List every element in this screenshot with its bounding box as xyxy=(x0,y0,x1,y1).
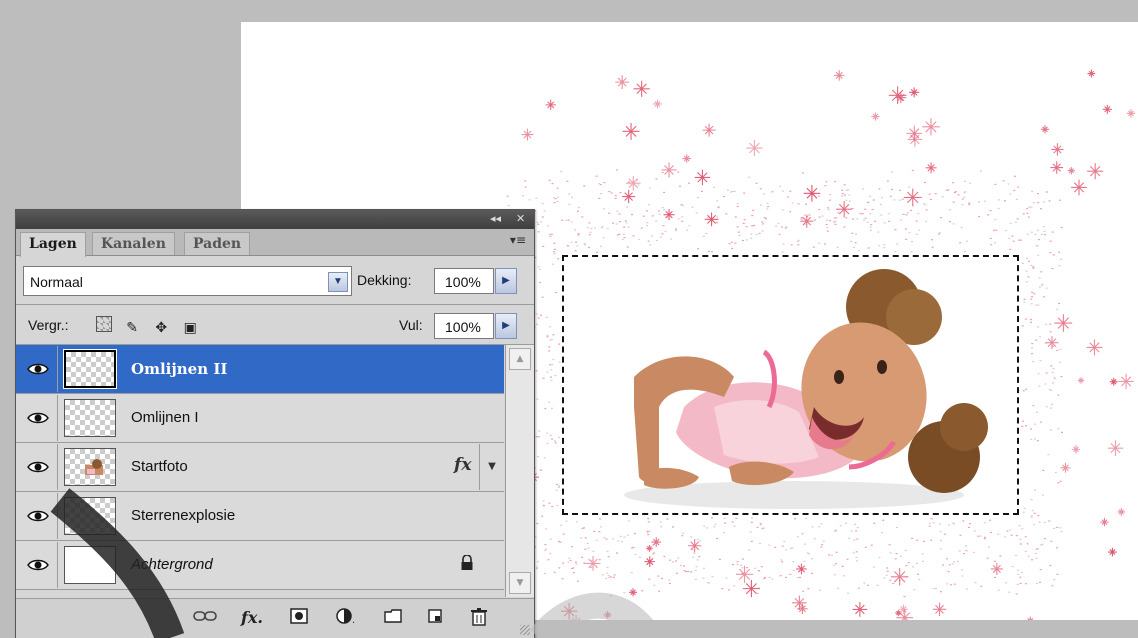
layer-effects-icon[interactable]: fx xyxy=(454,455,471,475)
visibility-eye-icon[interactable] xyxy=(19,346,58,392)
layer-row-sterrenexplosie[interactable]: Sterrenexplosie xyxy=(16,492,504,541)
opacity-slider-button[interactable]: ▶ xyxy=(495,268,517,294)
lock-options: ✎ ✥ ▣ xyxy=(96,314,205,337)
visibility-eye-icon[interactable] xyxy=(19,493,58,539)
layer-thumbnail xyxy=(64,399,116,437)
fill-label: Vul: xyxy=(399,317,423,333)
lock-label: Vergr.: xyxy=(28,317,69,333)
layers-panel: ◂◂ ✕ Lagen Kanalen Paden ▾≡ Normaal ▼ De… xyxy=(15,209,535,638)
fx-icon[interactable]: fx. xyxy=(238,608,266,628)
layer-row-startfoto[interactable]: Startfoto fx ▼ xyxy=(16,443,504,492)
lock-icon xyxy=(460,554,474,575)
resize-grip-icon[interactable] xyxy=(520,625,530,635)
fill-input[interactable]: 100% xyxy=(434,313,494,339)
blend-mode-value: Normaal xyxy=(30,274,83,290)
scroll-up-button[interactable]: ▲ xyxy=(509,348,531,370)
layer-thumbnail xyxy=(63,349,117,389)
new-layer-icon[interactable] xyxy=(424,608,446,628)
visibility-eye-icon[interactable] xyxy=(19,542,58,588)
lock-position-icon[interactable]: ✥ xyxy=(152,319,170,337)
opacity-label: Dekking: xyxy=(357,272,412,288)
tab-paden[interactable]: Paden xyxy=(184,232,251,255)
photo-thumbnail-icon xyxy=(85,459,103,475)
layer-list: Omlijnen II Omlijnen I Startfoto fx ▼ St… xyxy=(16,345,504,597)
layer-name[interactable]: Omlijnen I xyxy=(131,409,199,426)
opacity-input[interactable]: 100% xyxy=(434,268,494,294)
trash-icon[interactable] xyxy=(468,608,490,628)
layer-thumbnail xyxy=(64,448,116,486)
lock-pixels-icon[interactable]: ✎ xyxy=(123,319,141,337)
chevron-down-icon[interactable]: ▼ xyxy=(328,272,348,292)
layer-name[interactable]: Omlijnen II xyxy=(131,360,227,378)
layer-row-achtergrond[interactable]: Achtergrond xyxy=(16,541,504,590)
adjustment-icon[interactable]: . xyxy=(334,608,360,628)
lock-transparency-icon[interactable] xyxy=(96,316,112,332)
fill-slider-button[interactable]: ▶ xyxy=(495,313,517,339)
visibility-eye-icon[interactable] xyxy=(19,395,58,441)
folder-icon[interactable] xyxy=(382,608,404,628)
layer-row-omlijnen-i[interactable]: Omlijnen I xyxy=(16,394,504,443)
layer-list-scrollbar[interactable]: ▲ ▼ xyxy=(505,345,534,597)
expand-effects-button[interactable]: ▼ xyxy=(479,444,504,490)
panel-footer: fx. . xyxy=(16,598,534,638)
tab-kanalen[interactable]: Kanalen xyxy=(92,232,175,255)
collapse-panel-button[interactable]: ◂◂ xyxy=(490,212,501,225)
visibility-eye-icon[interactable] xyxy=(19,444,58,490)
mask-icon[interactable] xyxy=(288,608,310,628)
layer-thumbnail xyxy=(64,546,116,584)
layer-thumbnail xyxy=(64,497,116,535)
layer-row-omlijnen-ii[interactable]: Omlijnen II xyxy=(16,345,504,394)
layer-name[interactable]: Sterrenexplosie xyxy=(131,507,235,524)
layer-name[interactable]: Startfoto xyxy=(131,458,188,475)
panel-tabs: Lagen Kanalen Paden ▾≡ xyxy=(16,229,534,257)
lock-all-icon[interactable]: ▣ xyxy=(181,319,199,337)
blend-mode-select[interactable]: Normaal ▼ xyxy=(23,266,352,296)
tab-lagen[interactable]: Lagen xyxy=(20,232,86,257)
divider xyxy=(16,304,534,305)
scroll-down-button[interactable]: ▼ xyxy=(509,572,531,594)
layer-name[interactable]: Achtergrond xyxy=(131,556,213,573)
child-photo xyxy=(624,269,988,509)
panel-menu-icon[interactable]: ▾≡ xyxy=(510,233,526,247)
close-panel-button[interactable]: ✕ xyxy=(516,212,525,225)
link-icon[interactable] xyxy=(192,608,218,628)
selection-marquee[interactable] xyxy=(562,255,1019,515)
svg-text:.: . xyxy=(352,615,355,624)
panel-titlebar[interactable]: ◂◂ ✕ xyxy=(16,210,534,229)
